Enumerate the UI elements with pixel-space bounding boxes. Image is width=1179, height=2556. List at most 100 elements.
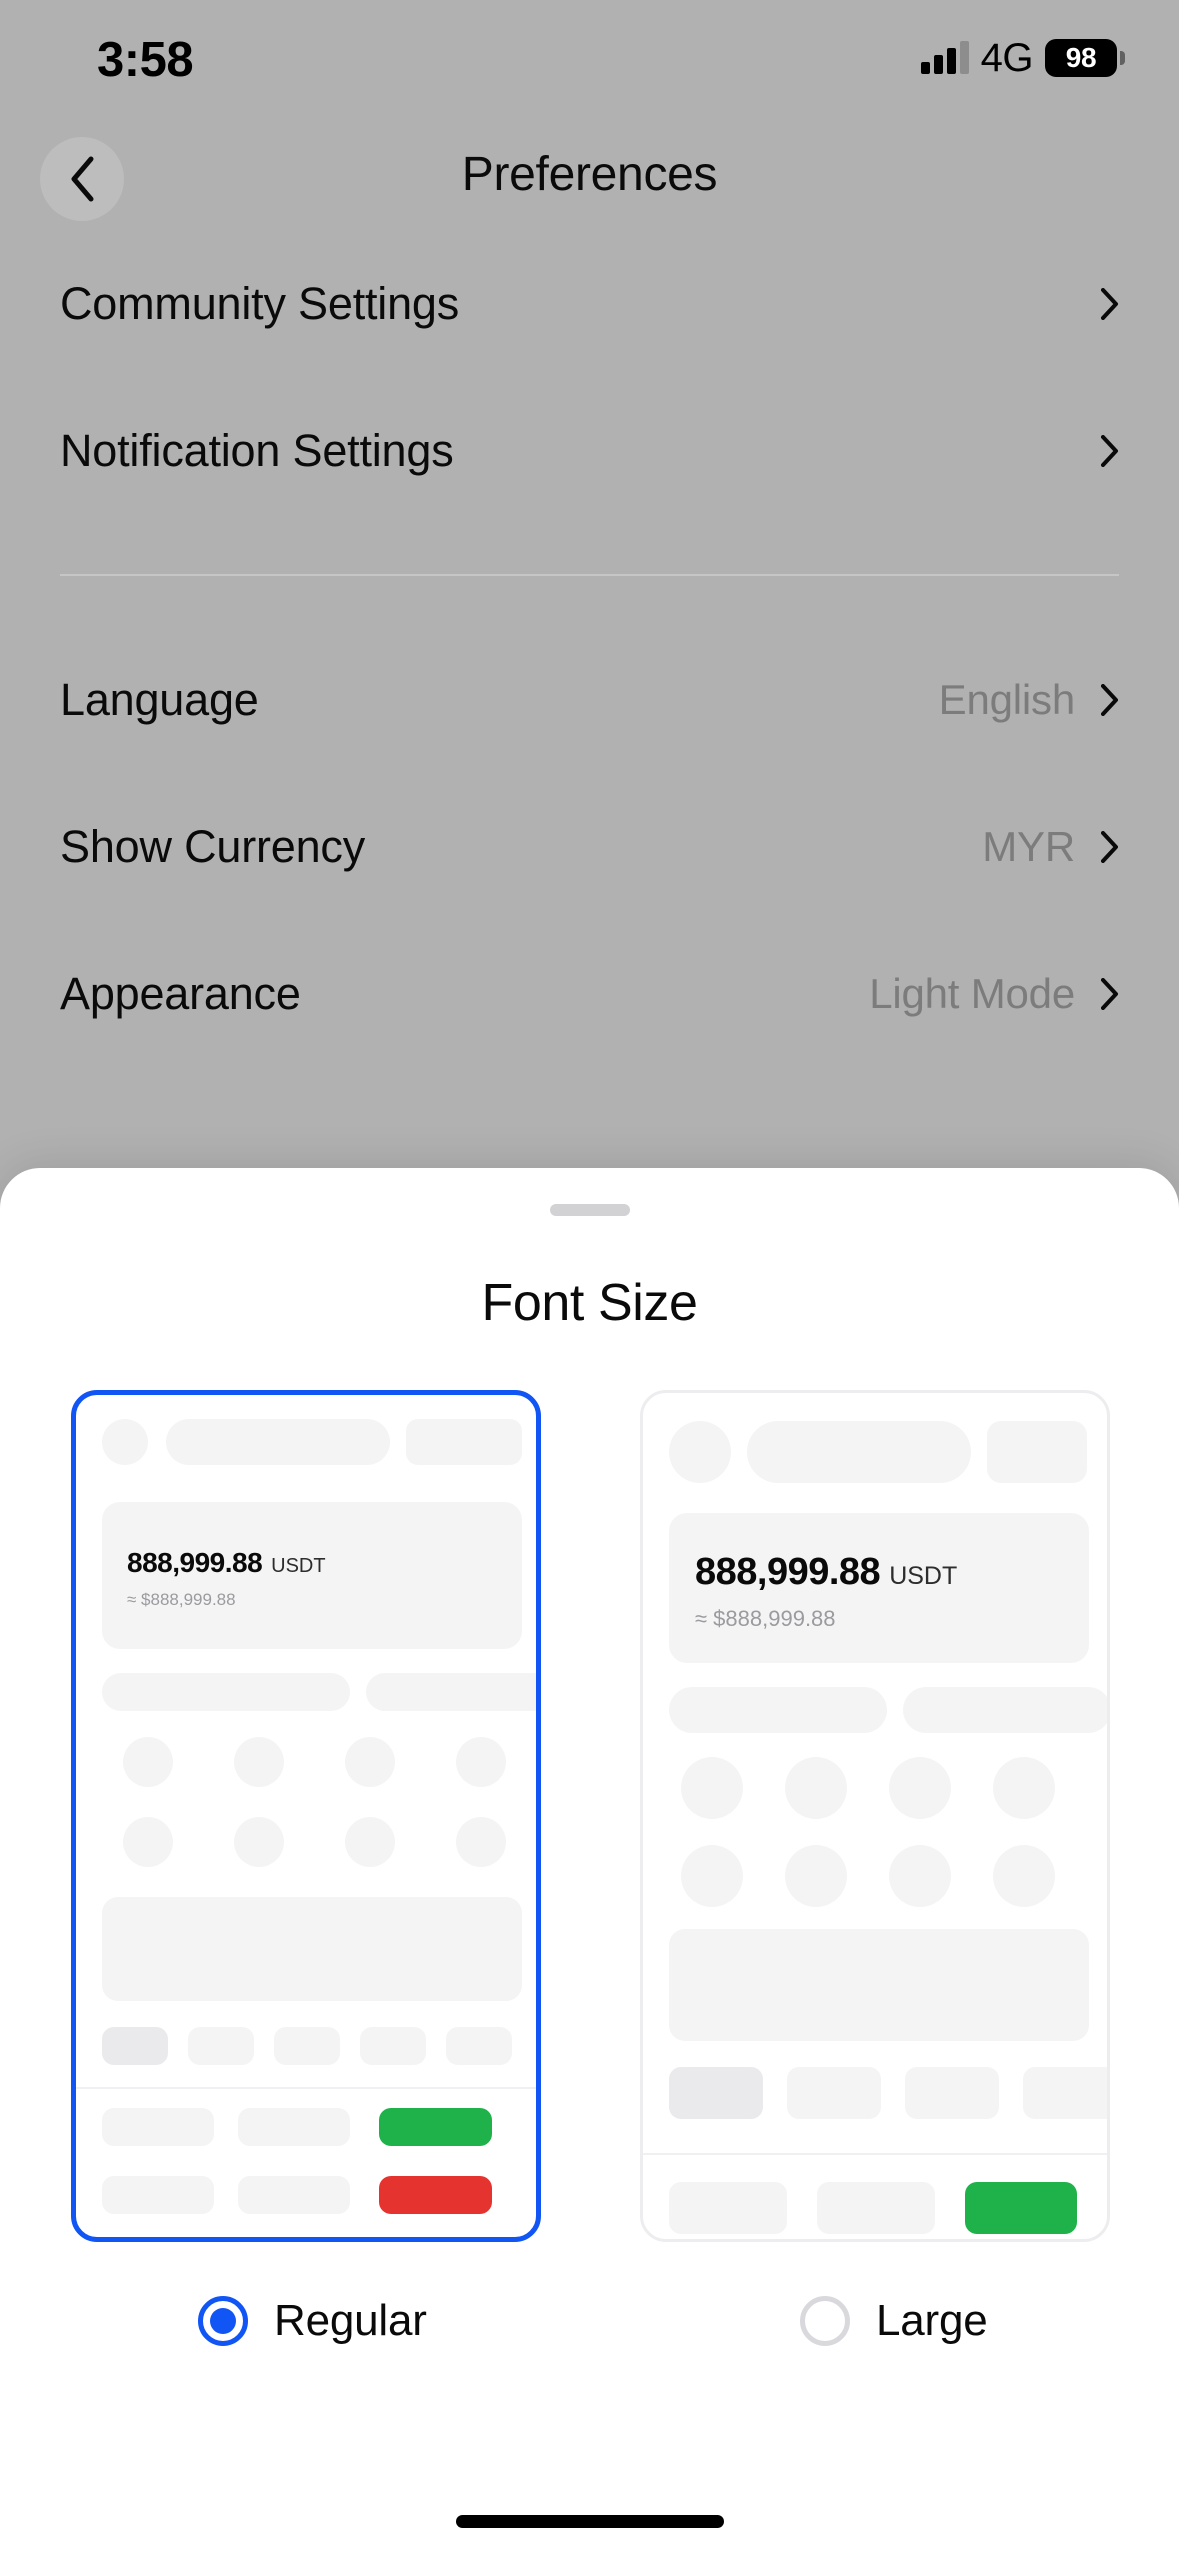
skeleton-cell <box>238 2176 350 2214</box>
option-regular[interactable]: Regular <box>198 2296 427 2346</box>
setting-row-notification-settings[interactable]: Notification Settings <box>0 377 1179 524</box>
setting-label: Appearance <box>60 967 301 1019</box>
skeleton-circle <box>123 1737 173 1787</box>
battery-indicator: 98 <box>1045 39 1125 77</box>
skeleton-circle <box>456 1737 506 1787</box>
skeleton-cell <box>669 2182 787 2234</box>
navigation-bar: Preferences <box>0 120 1179 230</box>
preview-divider <box>76 2087 536 2089</box>
skeleton-cell <box>102 2176 214 2214</box>
skeleton-chip-active <box>669 2067 763 2119</box>
skeleton-avatar <box>669 1421 731 1483</box>
skeleton-chip-active <box>102 2027 168 2065</box>
setting-row-trailing: MYR <box>982 823 1119 871</box>
skeleton-cell <box>102 2108 214 2146</box>
skeleton-pill <box>166 1419 390 1465</box>
setting-value: Light Mode <box>869 969 1075 1017</box>
preview-divider <box>643 2153 1107 2155</box>
skeleton-pill <box>747 1421 971 1483</box>
setting-label: Language <box>60 673 259 725</box>
skeleton-pill <box>669 1687 887 1733</box>
chevron-right-icon <box>1101 830 1118 863</box>
sheet-title: Font Size <box>481 1274 698 1332</box>
skeleton-circle <box>681 1845 743 1907</box>
skeleton-chip <box>188 2027 254 2065</box>
radio-regular-icon[interactable] <box>198 2296 248 2346</box>
skeleton-rect <box>987 1421 1087 1483</box>
skeleton-circle <box>234 1737 284 1787</box>
setting-value: MYR <box>982 822 1075 870</box>
option-large[interactable]: Large <box>800 2296 988 2346</box>
skeleton-pill <box>102 1673 350 1711</box>
setting-row-trailing: English <box>939 676 1119 724</box>
skeleton-cell <box>238 2108 350 2146</box>
skeleton-circle <box>785 1757 847 1819</box>
setting-label: Show Currency <box>60 820 366 872</box>
option-regular-label: Regular <box>274 2296 427 2345</box>
balance-amount: 888,999.88 <box>127 1547 263 1578</box>
sell-button-preview <box>379 2176 492 2214</box>
preview-card-regular[interactable]: 888,999.88 USDT ≈ $888,999.88 <box>71 1390 541 2242</box>
setting-row-community-settings[interactable]: Community Settings <box>0 230 1179 377</box>
skeleton-chip <box>1023 2067 1107 2119</box>
font-size-options: Regular Large <box>0 2296 1179 2386</box>
chevron-right-icon <box>1101 434 1118 467</box>
preview-regular-content: 888,999.88 USDT ≈ $888,999.88 <box>76 1395 536 2237</box>
status-bar-time: 3:58 <box>97 33 194 87</box>
skeleton-banner <box>669 1929 1089 2041</box>
skeleton-avatar <box>102 1419 148 1465</box>
page-title: Preferences <box>461 148 718 201</box>
balance-panel: 888,999.88 USDT ≈ $888,999.88 <box>669 1513 1089 1663</box>
setting-row-show-currency[interactable]: Show Currency MYR <box>0 773 1179 920</box>
chevron-right-icon <box>1101 977 1118 1010</box>
balance-approx: ≈ $888,999.88 <box>127 1590 236 1609</box>
skeleton-circle <box>345 1817 395 1867</box>
font-size-bottom-sheet: Font Size 888,999.88 USDT ≈ $888,999.88 <box>0 1168 1179 2556</box>
setting-row-trailing <box>1101 434 1119 467</box>
option-large-label: Large <box>876 2296 988 2345</box>
skeleton-circle <box>993 1757 1055 1819</box>
skeleton-circle <box>889 1845 951 1907</box>
balance-amount: 888,999.88 <box>695 1551 881 1593</box>
balance-unit: USDT <box>271 1555 326 1577</box>
skeleton-circle <box>993 1845 1055 1907</box>
skeleton-chip <box>446 2027 512 2065</box>
font-size-previews: 888,999.88 USDT ≈ $888,999.88 888,999.88… <box>0 1390 1179 2242</box>
preview-card-large[interactable]: 888,999.88 USDT ≈ $888,999.88 <box>640 1390 1110 2242</box>
balance-amount-line: 888,999.88 USDT <box>127 1547 326 1579</box>
buy-button-preview <box>379 2108 492 2146</box>
setting-row-trailing: Light Mode <box>869 970 1119 1018</box>
preview-large-content: 888,999.88 USDT ≈ $888,999.88 <box>643 1393 1107 2239</box>
skeleton-rect <box>406 1419 522 1465</box>
skeleton-chip <box>787 2067 881 2119</box>
setting-value: English <box>938 675 1076 723</box>
skeleton-chip <box>360 2027 426 2065</box>
skeleton-circle <box>889 1757 951 1819</box>
skeleton-circle <box>681 1757 743 1819</box>
setting-row-language[interactable]: Language English <box>0 626 1179 773</box>
signal-bars-icon <box>920 41 969 74</box>
buy-button-preview <box>965 2182 1077 2234</box>
skeleton-chip <box>274 2027 340 2065</box>
skeleton-cell <box>817 2182 935 2234</box>
network-type-label: 4G <box>980 35 1034 80</box>
skeleton-banner <box>102 1897 522 2001</box>
balance-approx: ≈ $888,999.88 <box>695 1606 836 1631</box>
home-indicator <box>455 2515 724 2528</box>
skeleton-pill <box>903 1687 1107 1733</box>
skeleton-circle <box>456 1817 506 1867</box>
setting-row-appearance[interactable]: Appearance Light Mode <box>0 920 1179 1067</box>
skeleton-circle <box>785 1845 847 1907</box>
radio-large-icon[interactable] <box>800 2296 850 2346</box>
status-bar: 3:58 4G 98 <box>0 0 1179 120</box>
settings-list: Community Settings Notification Settings… <box>0 230 1179 1067</box>
sheet-drag-handle[interactable] <box>549 1204 630 1216</box>
chevron-right-icon <box>1101 287 1118 320</box>
chevron-right-icon <box>1101 683 1118 716</box>
status-bar-indicators: 4G 98 <box>920 35 1125 80</box>
balance-panel: 888,999.88 USDT ≈ $888,999.88 <box>102 1502 522 1649</box>
skeleton-chip <box>905 2067 999 2119</box>
setting-label: Community Settings <box>60 277 460 329</box>
